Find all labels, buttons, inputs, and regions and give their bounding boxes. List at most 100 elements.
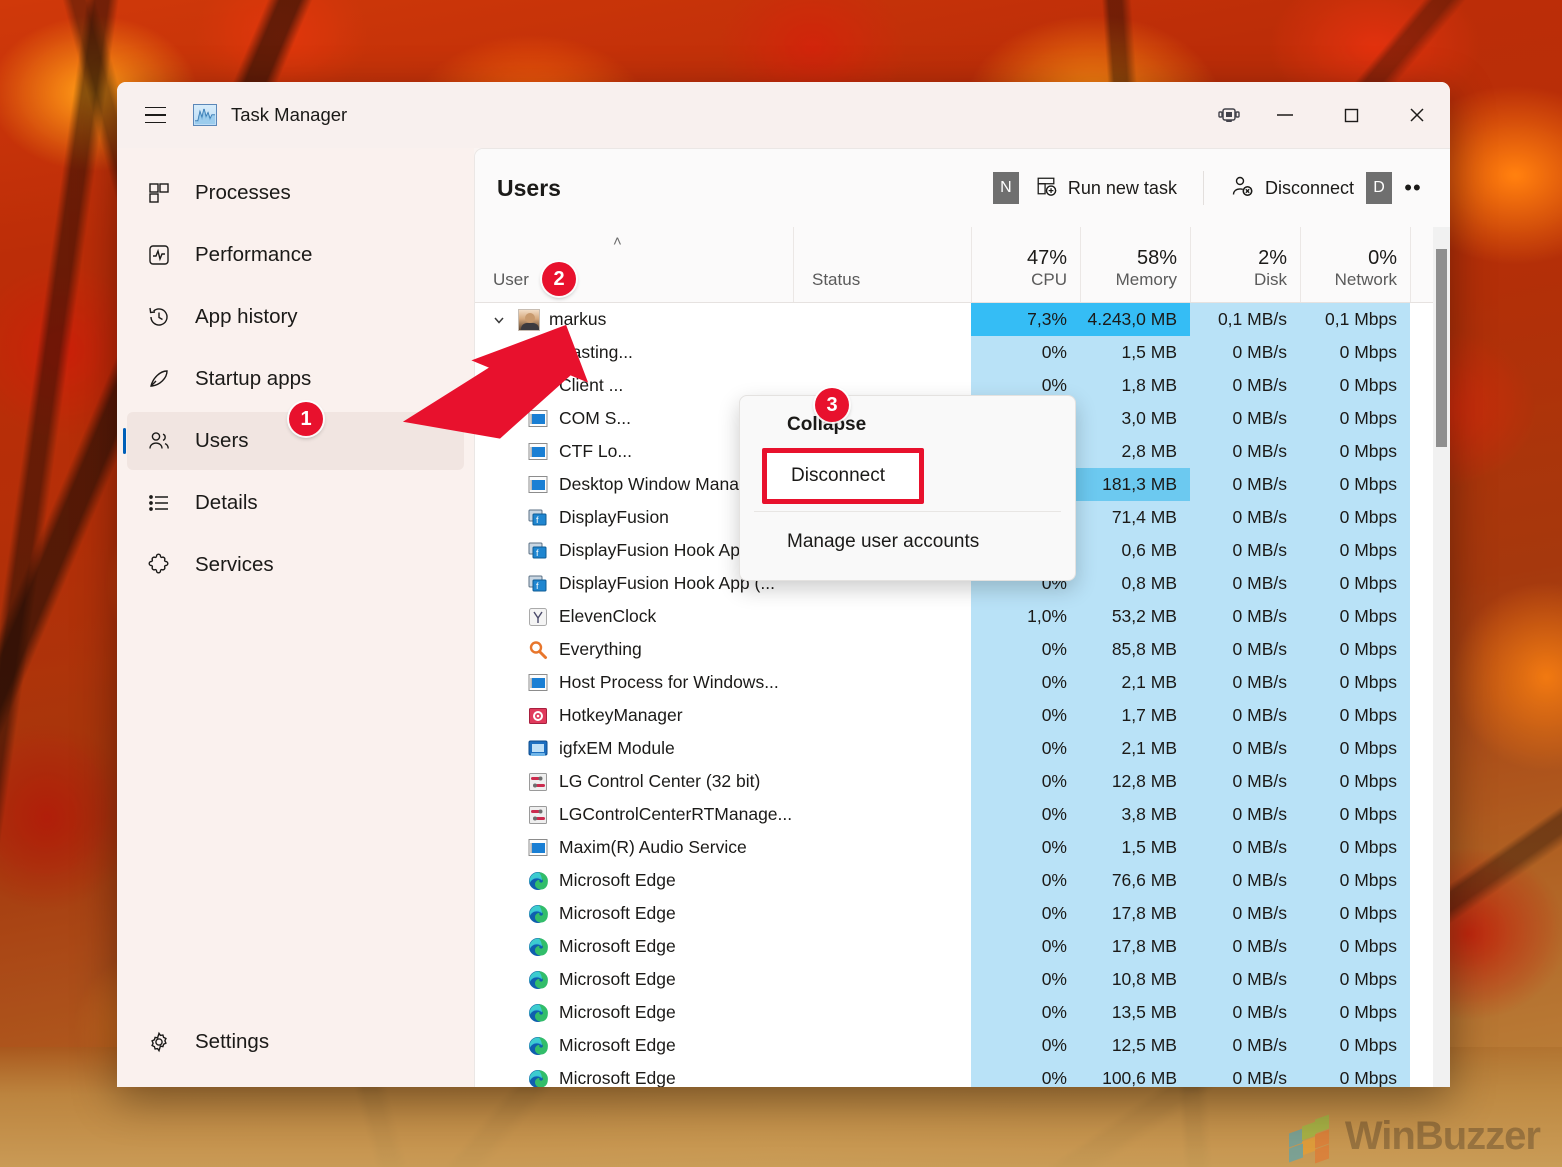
table-row[interactable]: Microsoft Edge 0% 100,6 MB 0 MB/s 0 Mbps [475,1062,1450,1087]
process-name: COM S... [559,408,631,428]
cell-status [793,798,971,831]
column-label: CPU [1031,270,1067,290]
window-title: Task Manager [231,104,348,125]
process-row-name[interactable]: Everything [475,633,793,666]
users-table: ˄ User Status 47% CPU 58% Memory 2% Disk… [475,227,1450,1087]
process-row-name[interactable]: LG Control Center (32 bit) [475,765,793,798]
column-header-memory[interactable]: 58% Memory [1080,227,1190,302]
cell-network: 0 Mbps [1300,600,1410,633]
edge-icon [527,936,549,958]
sidebar-item-performance[interactable]: Performance [127,226,464,284]
table-row[interactable]: HotkeyManager 0% 1,7 MB 0 MB/s 0 Mbps [475,699,1450,732]
process-row-name[interactable]: Microsoft Edge [475,1029,793,1062]
process-row-name[interactable]: LGControlCenterRTManage... [475,798,793,831]
column-header-status[interactable]: Status [793,227,971,302]
process-row-name[interactable]: Microsoft Edge [475,897,793,930]
process-row-name[interactable]: Maxim(R) Audio Service [475,831,793,864]
cell-status [793,996,971,1029]
process-name: Desktop Window Manager [559,474,765,494]
cell-network: 0 Mbps [1300,534,1410,567]
services-icon [147,553,181,577]
cell-status [793,633,971,666]
generic-app-icon [527,342,549,364]
cell-disk: 0 MB/s [1190,864,1300,897]
table-row[interactable]: markus 7,3% 4.243,0 MB 0,1 MB/s 0,1 Mbps [475,303,1450,336]
table-row[interactable]: Microsoft Edge 0% 13,5 MB 0 MB/s 0 Mbps [475,996,1450,1029]
table-row[interactable]: Microsoft Edge 0% 17,8 MB 0 MB/s 0 Mbps [475,930,1450,963]
table-row[interactable]: Everything 0% 85,8 MB 0 MB/s 0 Mbps [475,633,1450,666]
cell-cpu: 0% [971,831,1080,864]
maximize-button[interactable] [1318,82,1384,148]
process-name: Microsoft Edge [559,1068,676,1087]
process-row-name[interactable]: Microsoft Edge [475,1062,793,1087]
table-row[interactable]: Microsoft Edge 0% 17,8 MB 0 MB/s 0 Mbps [475,897,1450,930]
disconnect-button[interactable]: Disconnect [1218,166,1366,210]
cell-status [793,600,971,633]
table-row[interactable]: ElevenClock 1,0% 53,2 MB 0 MB/s 0 Mbps [475,600,1450,633]
user-row-name[interactable]: markus [475,303,793,336]
process-row-name[interactable]: Host Process for Windows... [475,666,793,699]
process-row-name[interactable]: Microsoft Edge [475,864,793,897]
process-row-name[interactable]: Microsoft Edge [475,963,793,996]
title-bar: Task Manager [117,82,1450,148]
cell-disk: 0 MB/s [1190,963,1300,996]
table-row[interactable]: Casting... 0% 1,5 MB 0 MB/s 0 Mbps [475,336,1450,369]
cell-status [793,699,971,732]
efficiency-mode-icon[interactable] [1206,95,1252,135]
cell-cpu: 7,3% [971,303,1080,336]
column-header-disk[interactable]: 2% Disk [1190,227,1300,302]
vertical-scrollbar[interactable] [1433,227,1450,1087]
table-row[interactable]: Microsoft Edge 0% 10,8 MB 0 MB/s 0 Mbps [475,963,1450,996]
cell-cpu: 0% [971,798,1080,831]
process-row-name[interactable]: Microsoft Edge [475,996,793,1029]
context-menu-item-manage-user-accounts[interactable]: Manage user accounts [740,519,1075,565]
sidebar-label: Details [195,491,258,514]
scrollbar-thumb[interactable] [1436,249,1447,447]
sidebar-item-processes[interactable]: Processes [127,164,464,222]
run-new-task-button[interactable]: Run new task [1023,166,1189,210]
sidebar-item-services[interactable]: Services [127,536,464,594]
context-menu-item-collapse[interactable]: Collapse [740,402,1075,448]
column-header-user[interactable]: ˄ User [475,227,793,302]
users-icon [147,429,181,453]
window-icon [527,474,549,496]
details-icon [147,491,181,515]
process-row-name[interactable]: ElevenClock [475,600,793,633]
table-row[interactable]: Microsoft Edge 0% 12,5 MB 0 MB/s 0 Mbps [475,1029,1450,1062]
chevron-down-icon[interactable] [489,313,509,327]
table-row[interactable]: Maxim(R) Audio Service 0% 1,5 MB 0 MB/s 0 Mb… [475,831,1450,864]
process-row-name[interactable]: Microsoft Edge [475,930,793,963]
cell-memory: 4.243,0 MB [1080,303,1190,336]
minimize-button[interactable] [1252,82,1318,148]
cell-disk: 0 MB/s [1190,336,1300,369]
edge-icon [527,969,549,991]
cell-memory: 53,2 MB [1080,600,1190,633]
table-row[interactable]: LGControlCenterRTManage... 0% 3,8 MB 0 MB/s… [475,798,1450,831]
column-header-network[interactable]: 0% Network [1300,227,1410,302]
table-row[interactable]: Host Process for Windows... 0% 2,1 MB 0 MB/… [475,666,1450,699]
sidebar-item-details[interactable]: Details [127,474,464,532]
more-options-icon[interactable]: •• [1396,168,1430,208]
hamburger-menu-icon[interactable] [133,93,177,137]
close-button[interactable] [1384,82,1450,148]
sidebar: Processes Performance App history Startu… [117,148,474,1087]
sidebar-item-app-history[interactable]: App history [127,288,464,346]
process-row-name[interactable]: igfxEM Module [475,732,793,765]
cell-network: 0 Mbps [1300,732,1410,765]
sidebar-item-settings[interactable]: Settings [127,1013,464,1071]
table-row[interactable]: igfxEM Module 0% 2,1 MB 0 MB/s 0 Mbps [475,732,1450,765]
cell-cpu: 0% [971,864,1080,897]
sidebar-item-startup-apps[interactable]: Startup apps [127,350,464,408]
edge-icon [527,870,549,892]
column-label: Network [1334,270,1397,290]
context-menu-item-disconnect[interactable]: Disconnect [762,448,924,504]
column-header-cpu[interactable]: 47% CPU [971,227,1080,302]
table-row[interactable]: LG Control Center (32 bit) 0% 12,8 MB 0 MB/… [475,765,1450,798]
app-history-icon [147,305,181,329]
process-row-name[interactable]: Casting... [475,336,793,369]
process-name: Everything [559,639,642,659]
table-row[interactable]: Microsoft Edge 0% 76,6 MB 0 MB/s 0 Mbps [475,864,1450,897]
lg-control-icon [527,771,549,793]
process-row-name[interactable]: HotkeyManager [475,699,793,732]
process-name: Client ... [559,375,624,395]
